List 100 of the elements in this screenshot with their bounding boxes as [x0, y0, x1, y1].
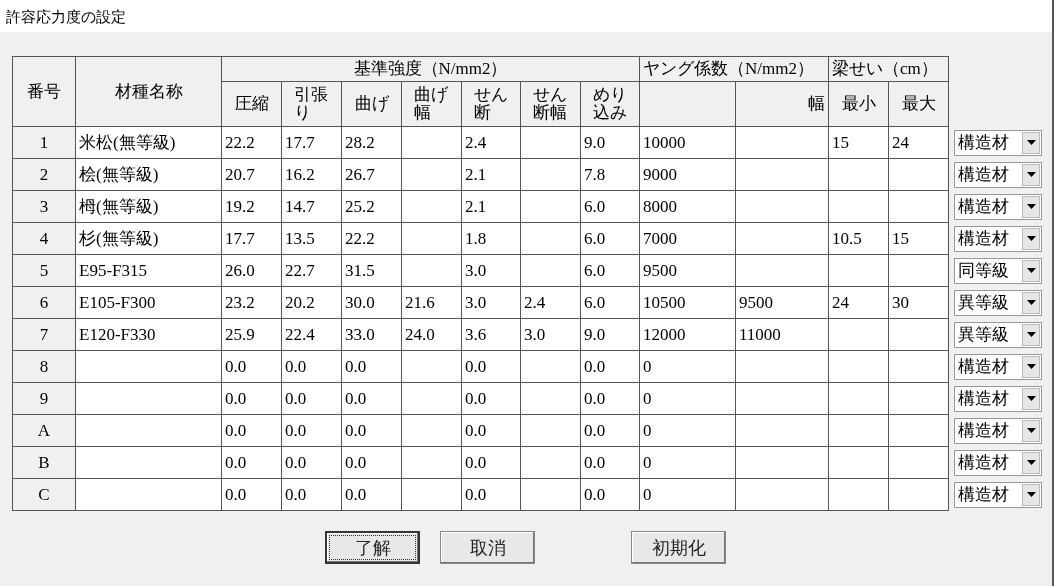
material-dropdown[interactable]: 構造材 — [954, 449, 1042, 476]
table-cell: 7.8 — [580, 158, 640, 191]
window-title: 許容応力度の設定 — [0, 0, 1052, 32]
table-cell: 17.7 — [221, 222, 282, 255]
table-cell: 0.0 — [461, 350, 521, 383]
row-number: 9 — [12, 382, 76, 415]
table-cell: 0.0 — [580, 478, 640, 511]
table-cell: 26.7 — [341, 158, 402, 191]
row-number: 4 — [12, 222, 76, 255]
table-cell: 0.0 — [461, 414, 521, 447]
table-cell: 30.0 — [341, 286, 402, 319]
table-cell: 0.0 — [341, 414, 402, 447]
table-cell: 26.0 — [221, 254, 282, 287]
table-cell: 0.0 — [341, 350, 402, 383]
column-header: めり込み — [592, 86, 628, 122]
table-cell: 0 — [639, 382, 736, 415]
table-cell: 24.0 — [401, 318, 462, 351]
table-cell: 3.0 — [461, 286, 521, 319]
table-cell: 9.0 — [580, 318, 640, 351]
table-cell: 0.0 — [461, 382, 521, 415]
table-cell: 25.2 — [341, 190, 402, 223]
table-cell: 0.0 — [461, 478, 521, 511]
row-number: 3 — [12, 190, 76, 223]
table-cell: 0.0 — [221, 414, 282, 447]
caret-icon — [1026, 460, 1036, 465]
row-number: 1 — [12, 126, 76, 159]
table-cell: 0.0 — [580, 414, 640, 447]
table-cell: 20.2 — [281, 286, 342, 319]
material-dropdown[interactable]: 同等級 — [954, 257, 1042, 284]
table-cell: 杉(無等級) — [75, 222, 222, 255]
material-dropdown[interactable]: 構造材 — [954, 385, 1042, 412]
table-cell: 31.5 — [341, 254, 402, 287]
material-dropdown[interactable]: 異等級 — [954, 321, 1042, 348]
table-cell: 10.5 — [828, 222, 889, 255]
dialog-button[interactable]: 初期化 — [631, 531, 726, 564]
dialog-button[interactable]: 了解 — [325, 531, 420, 564]
column-header: 基準強度（N/mm2） — [221, 56, 640, 82]
table-cell: 19.2 — [221, 190, 282, 223]
column-header: 番号 — [12, 56, 76, 127]
table-cell: 0 — [639, 414, 736, 447]
table-cell: 0.0 — [580, 382, 640, 415]
table-cell: 3.0 — [461, 254, 521, 287]
table-cell: 0 — [639, 446, 736, 479]
table-cell: 8000 — [639, 190, 736, 223]
column-header: ヤング係数（N/mm2） — [639, 56, 829, 82]
material-dropdown[interactable]: 構造材 — [954, 129, 1042, 156]
column-header: 材種名称 — [75, 56, 222, 127]
material-dropdown[interactable]: 構造材 — [954, 193, 1042, 220]
row-number: 6 — [12, 286, 76, 319]
table-cell: 24 — [888, 126, 949, 159]
table-cell: E120-F330 — [75, 318, 222, 351]
caret-icon — [1026, 492, 1036, 497]
material-dropdown[interactable]: 異等級 — [954, 289, 1042, 316]
column-header: せん断 — [473, 86, 509, 122]
table-cell: E95-F315 — [75, 254, 222, 287]
column-header: 圧縮 — [221, 81, 282, 127]
material-dropdown[interactable]: 構造材 — [954, 161, 1042, 188]
column-header: 梁せい（cm） — [828, 56, 949, 82]
table-cell: 0.0 — [221, 478, 282, 511]
caret-icon — [1026, 428, 1036, 433]
caret-icon — [1026, 332, 1036, 337]
table-cell: 10500 — [639, 286, 736, 319]
table-cell: 9500 — [735, 286, 829, 319]
row-number: 7 — [12, 318, 76, 351]
column-header: 最小 — [828, 81, 889, 127]
column-header: せん断幅 — [533, 86, 568, 122]
column-header: 最大 — [888, 81, 949, 127]
table-cell: 2.1 — [461, 158, 521, 191]
table-cell: 25.9 — [221, 318, 282, 351]
table-cell: 0.0 — [281, 382, 342, 415]
table-cell: 6.0 — [580, 190, 640, 223]
table-cell: 23.2 — [221, 286, 282, 319]
table-cell: 0.0 — [580, 350, 640, 383]
table-cell: 0.0 — [281, 446, 342, 479]
table-cell: 10000 — [639, 126, 736, 159]
caret-icon — [1026, 172, 1036, 177]
row-number: 5 — [12, 254, 76, 287]
table-cell: 22.2 — [221, 126, 282, 159]
table-cell: 0.0 — [281, 478, 342, 511]
material-dropdown[interactable]: 構造材 — [954, 225, 1042, 252]
table-cell: 17.7 — [281, 126, 342, 159]
table-cell: 0.0 — [341, 382, 402, 415]
table-cell: 14.7 — [281, 190, 342, 223]
table-cell: 6.0 — [580, 222, 640, 255]
table-cell: 0.0 — [281, 414, 342, 447]
table-cell: 22.4 — [281, 318, 342, 351]
dialog-button[interactable]: 取消 — [440, 531, 535, 564]
table-cell: 22.2 — [341, 222, 402, 255]
caret-icon — [1026, 396, 1036, 401]
table-cell: 9000 — [639, 158, 736, 191]
table-cell: 0.0 — [341, 478, 402, 511]
table-cell: 20.7 — [221, 158, 282, 191]
table-cell: 米松(無等級) — [75, 126, 222, 159]
material-dropdown[interactable]: 構造材 — [954, 417, 1042, 444]
material-dropdown[interactable]: 構造材 — [954, 481, 1042, 508]
material-dropdown[interactable]: 構造材 — [954, 353, 1042, 380]
table-cell: E105-F300 — [75, 286, 222, 319]
table-cell: 22.7 — [281, 254, 342, 287]
table-cell: 16.2 — [281, 158, 342, 191]
row-number: 8 — [12, 350, 76, 383]
